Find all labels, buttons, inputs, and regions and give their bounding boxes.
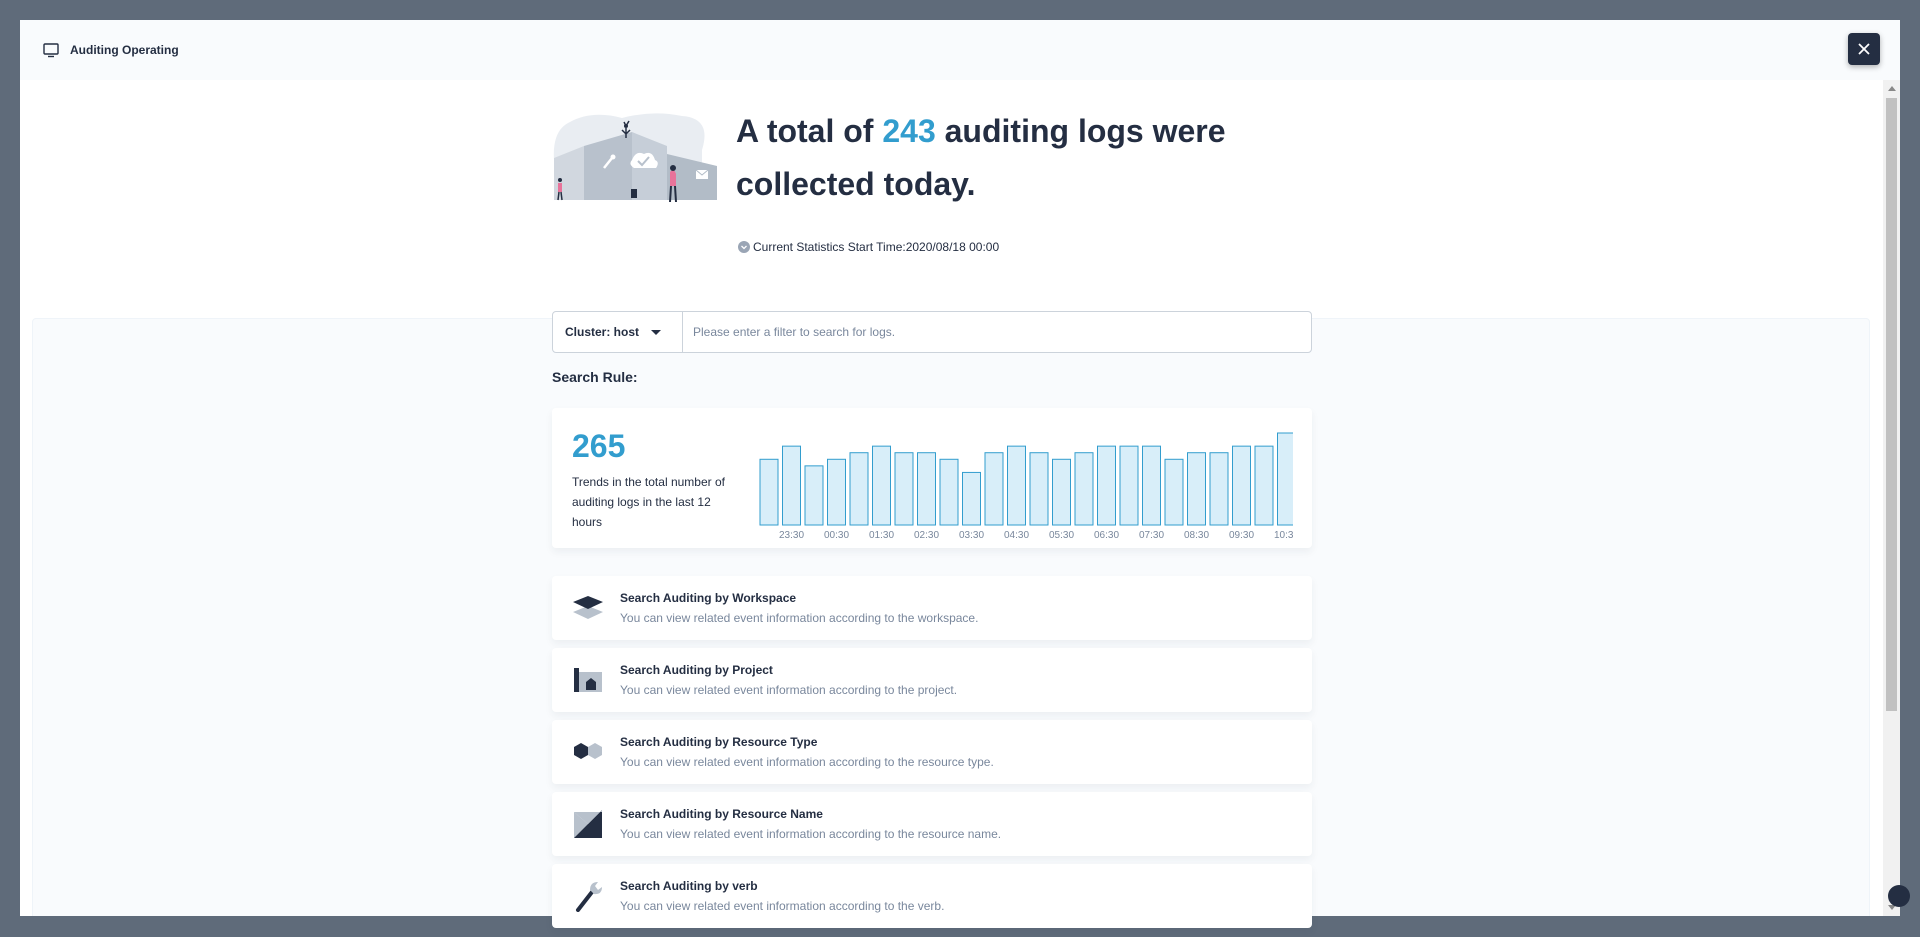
chart-bar-03:30 — [962, 471, 981, 526]
rule-card-resource-type[interactable]: Search Auditing by Resource Type You can… — [552, 720, 1312, 784]
x-tick-label: 01:30 — [869, 530, 894, 541]
chart-bar-02:30 — [917, 452, 936, 526]
chevron-down-circle-icon — [738, 241, 750, 253]
rule-description: You can view related event information a… — [620, 827, 1002, 841]
rule-card-verb[interactable]: Search Auditing by verb You can view rel… — [552, 864, 1312, 928]
chart-bar-08:00 — [1164, 458, 1184, 526]
monitor-icon — [42, 41, 60, 59]
chart-bar-09:30 — [1232, 445, 1251, 526]
headline: A total of 243 auditing logs were collec… — [736, 105, 1256, 211]
hero: A total of 243 auditing logs were collec… — [552, 105, 1252, 260]
x-tick-label: 00:30 — [824, 530, 849, 541]
search-rule-label: Search Rule: — [552, 369, 638, 385]
x-tick-label: 23:30 — [779, 530, 804, 541]
modal-header: Auditing Operating — [20, 20, 1900, 80]
chart-bar-00:30 — [827, 458, 846, 526]
chart-bar-09:00 — [1209, 452, 1229, 526]
chart-bar-06:00 — [1074, 452, 1094, 526]
chart-bar-23:30 — [782, 445, 801, 526]
x-tick-label: 05:30 — [1049, 530, 1074, 541]
cluster-select-label: Cluster: host — [565, 325, 640, 339]
x-tick-label: 02:30 — [914, 530, 939, 541]
wrench-icon — [572, 880, 604, 912]
cluster-select[interactable]: Cluster: host — [553, 312, 683, 352]
modal-title: Auditing Operating — [70, 43, 179, 57]
statistics-start-time: Current Statistics Start Time:2020/08/18… — [738, 240, 999, 254]
today-log-count: 243 — [882, 113, 936, 149]
workspace-icon — [572, 592, 604, 624]
chart-bar-02:00 — [894, 452, 914, 526]
resource-type-icon — [572, 736, 604, 768]
auditing-illustration — [552, 110, 717, 210]
close-button[interactable] — [1848, 33, 1880, 65]
rule-title: Search Auditing by Resource Type — [620, 735, 818, 749]
rule-card-workspace[interactable]: Search Auditing by Workspace You can vie… — [552, 576, 1312, 640]
chart-bar-06:30 — [1097, 445, 1116, 526]
chart-bar-01:30 — [872, 445, 891, 526]
rule-card-project[interactable]: Search Auditing by Project You can view … — [552, 648, 1312, 712]
scrollbar[interactable] — [1883, 80, 1900, 916]
rule-title: Search Auditing by Resource Name — [620, 807, 823, 821]
close-icon — [1858, 43, 1870, 55]
chart-bar-23:00 — [759, 458, 779, 526]
chart-bar-05:00 — [1029, 452, 1049, 526]
rule-description: You can view related event information a… — [620, 611, 979, 625]
project-icon — [572, 664, 604, 696]
resource-name-icon — [572, 808, 604, 840]
search-input[interactable] — [683, 312, 1311, 352]
search-bar: Cluster: host — [552, 311, 1312, 353]
x-tick-label: 08:30 — [1184, 530, 1209, 541]
rule-title: Search Auditing by Workspace — [620, 591, 797, 605]
scrollbar-thumb[interactable] — [1886, 98, 1897, 711]
chart-bar-08:30 — [1187, 452, 1206, 526]
x-tick-label: 10:30 — [1274, 530, 1293, 541]
chart-bar-07:30 — [1142, 445, 1161, 526]
x-tick-label: 09:30 — [1229, 530, 1254, 541]
x-tick-label: 04:30 — [1004, 530, 1029, 541]
trend-bar-chart: 23:30 00:30 01:30 02:30 03:30 04:30 05:30 06:30… — [759, 432, 1293, 541]
chart-bar-04:00 — [984, 452, 1004, 526]
chart-bar-10:30 — [1277, 432, 1293, 526]
x-tick-label: 03:30 — [959, 530, 984, 541]
statistics-start-time-text: Current Statistics Start Time:2020/08/18… — [753, 240, 1000, 254]
trend-total: 265 — [572, 428, 626, 464]
chart-bar-03:00 — [939, 458, 959, 526]
rule-title: Search Auditing by Project — [620, 663, 773, 677]
scroll-up-arrow-icon[interactable] — [1888, 86, 1896, 91]
help-toolbox-icon[interactable] — [1888, 885, 1910, 907]
chart-bar-04:30 — [1007, 445, 1026, 526]
caret-down-icon — [651, 329, 662, 335]
headline-prefix: A total of — [736, 113, 874, 149]
rule-description: You can view related event information a… — [620, 683, 958, 697]
chart-bar-01:00 — [849, 452, 869, 526]
trend-card: 265 Trends in the total number of auditi… — [552, 408, 1312, 548]
rule-title: Search Auditing by verb — [620, 879, 758, 893]
rule-card-resource-name[interactable]: Search Auditing by Resource Name You can… — [552, 792, 1312, 856]
chart-bar-07:00 — [1119, 445, 1139, 526]
chart-bar-05:30 — [1052, 458, 1071, 526]
chart-bar-00:00 — [804, 465, 824, 526]
chart-bar-10:00 — [1254, 445, 1274, 526]
rule-description: You can view related event information a… — [620, 755, 994, 769]
x-tick-label: 07:30 — [1139, 530, 1164, 541]
x-tick-label: 06:30 — [1094, 530, 1119, 541]
rule-description: You can view related event information a… — [620, 899, 945, 913]
trend-description: Trends in the total number of auditing l… — [572, 475, 725, 529]
